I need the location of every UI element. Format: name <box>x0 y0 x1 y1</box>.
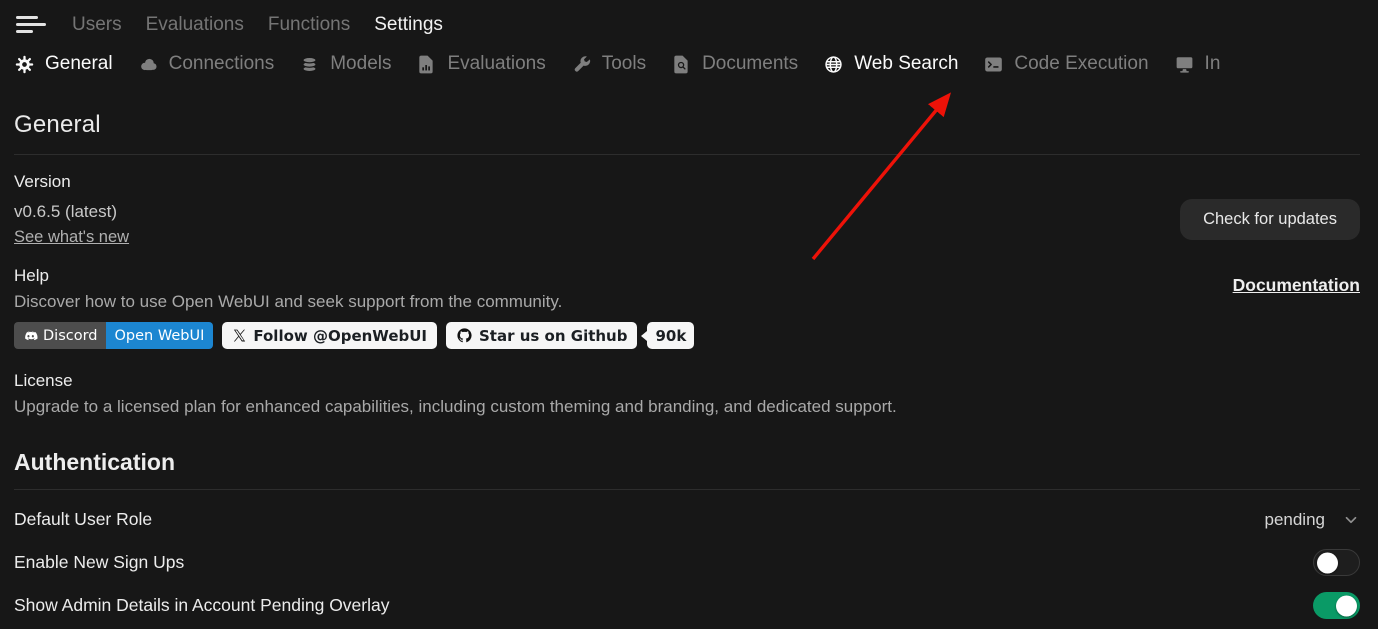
toggle-knob <box>1317 552 1338 573</box>
help-description: Discover how to use Open WebUI and seek … <box>14 292 694 312</box>
tab-label: Code Execution <box>1014 53 1148 75</box>
setting-row-show-admin-details: Show Admin Details in Account Pending Ov… <box>14 584 1360 627</box>
version-value: v0.6.5 (latest) <box>14 202 129 222</box>
setting-label: Default User Role <box>14 509 152 530</box>
default-user-role-select[interactable]: pending <box>1264 510 1360 530</box>
help-section: Help Discover how to use Open WebUI and … <box>14 266 1360 349</box>
document-search-icon <box>671 54 692 75</box>
tab-interface[interactable]: In <box>1174 53 1221 75</box>
tab-label: Evaluations <box>447 53 545 75</box>
setting-row-enable-new-sign-ups: Enable New Sign Ups <box>14 541 1360 584</box>
gear-icon <box>14 54 35 75</box>
tab-label: Models <box>330 53 391 75</box>
tab-connections[interactable]: Connections <box>138 53 275 75</box>
documentation-link[interactable]: Documentation <box>1233 275 1360 296</box>
tab-web-search[interactable]: Web Search <box>823 53 958 75</box>
wrench-icon <box>571 54 592 75</box>
cloud-icon <box>138 54 159 75</box>
setting-label: Show Admin Details in Account Pending Ov… <box>14 595 389 616</box>
enable-new-sign-ups-toggle[interactable] <box>1313 549 1360 576</box>
badge-row: Discord Open WebUI Follow @OpenWebUI Sta… <box>14 322 694 349</box>
tab-label: In <box>1205 53 1221 75</box>
tab-evaluations[interactable]: Evaluations <box>416 53 545 75</box>
follow-badge-label: Follow @OpenWebUI <box>253 327 427 345</box>
tab-general[interactable]: General <box>14 53 113 75</box>
star-badge-label: Star us on Github <box>479 327 627 345</box>
settings-tab-bar: General Connections Models <box>0 42 1378 88</box>
discord-icon <box>22 328 38 344</box>
authentication-rows: Default User Role pending Enable New Sig… <box>14 498 1360 627</box>
discord-badge[interactable]: Discord Open WebUI <box>14 322 213 349</box>
nav-item-settings[interactable]: Settings <box>374 14 443 36</box>
divider <box>14 154 1360 155</box>
license-description: Upgrade to a licensed plan for enhanced … <box>14 397 1360 417</box>
discord-badge-value: Open WebUI <box>106 322 214 349</box>
version-label: Version <box>14 172 129 192</box>
tab-models[interactable]: Models <box>299 53 391 75</box>
tab-label: General <box>45 53 113 75</box>
help-label: Help <box>14 266 694 286</box>
setting-row-default-user-role: Default User Role pending <box>14 498 1360 541</box>
page-title: General <box>14 111 1360 139</box>
top-nav: Users Evaluations Functions Settings <box>0 0 1378 42</box>
follow-openwebui-badge[interactable]: Follow @OpenWebUI <box>222 322 437 349</box>
github-icon <box>456 327 473 344</box>
stack-icon <box>299 54 320 75</box>
tab-documents[interactable]: Documents <box>671 53 798 75</box>
discord-badge-label: Discord <box>43 328 98 344</box>
terminal-icon <box>983 54 1004 75</box>
chevron-down-icon <box>1342 511 1360 529</box>
tab-tools[interactable]: Tools <box>571 53 646 75</box>
github-star-count-badge[interactable]: 90k <box>647 322 694 349</box>
menu-icon[interactable] <box>14 13 48 36</box>
tab-code-execution[interactable]: Code Execution <box>983 53 1148 75</box>
tab-label: Documents <box>702 53 798 75</box>
tab-label: Connections <box>169 53 275 75</box>
check-for-updates-button[interactable]: Check for updates <box>1180 199 1360 240</box>
nav-item-users[interactable]: Users <box>72 14 122 36</box>
star-count: 90k <box>655 327 686 345</box>
x-logo-icon <box>232 328 247 343</box>
document-chart-icon <box>416 54 437 75</box>
select-value: pending <box>1264 510 1325 530</box>
globe-icon <box>823 54 844 75</box>
version-section: Version v0.6.5 (latest) See what's new C… <box>14 172 1360 247</box>
nav-item-functions[interactable]: Functions <box>268 14 350 36</box>
authentication-title: Authentication <box>14 449 1360 476</box>
setting-label: Enable New Sign Ups <box>14 552 184 573</box>
see-whats-new-link[interactable]: See what's new <box>14 228 129 247</box>
github-star-badge[interactable]: Star us on Github <box>446 322 637 349</box>
divider <box>14 489 1360 490</box>
show-admin-details-toggle[interactable] <box>1313 592 1360 619</box>
settings-general-panel: General Version v0.6.5 (latest) See what… <box>0 111 1378 627</box>
license-section: License Upgrade to a licensed plan for e… <box>14 371 1360 417</box>
toggle-knob <box>1336 595 1357 616</box>
tab-label: Web Search <box>854 53 958 75</box>
nav-item-evaluations[interactable]: Evaluations <box>146 14 244 36</box>
license-label: License <box>14 371 1360 391</box>
monitor-icon <box>1174 54 1195 75</box>
tab-label: Tools <box>602 53 646 75</box>
